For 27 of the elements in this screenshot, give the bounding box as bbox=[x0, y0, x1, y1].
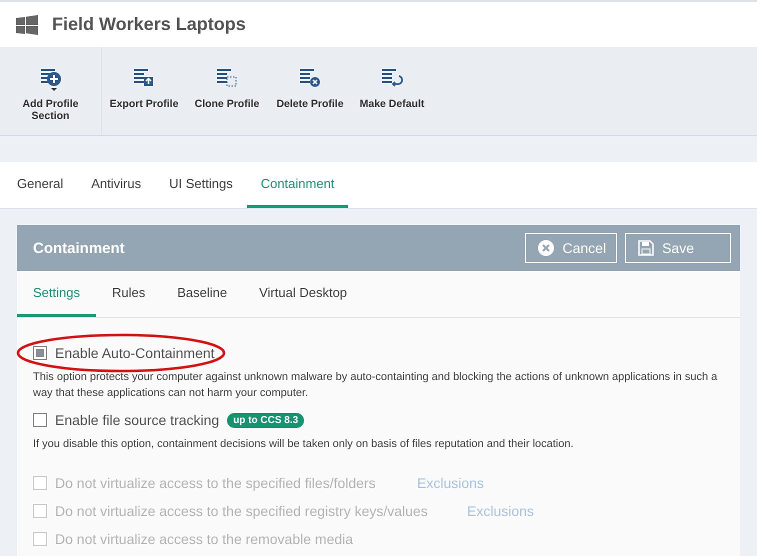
tab[interactable]: General bbox=[3, 162, 78, 208]
option-label: Enable file source tracking bbox=[55, 412, 220, 428]
window-title: Field Workers Laptops bbox=[52, 14, 246, 36]
tab[interactable]: Containment bbox=[246, 162, 348, 208]
checkbox[interactable] bbox=[33, 346, 47, 360]
toolbar-button[interactable]: Clone Profile bbox=[186, 47, 268, 110]
version-badge: up to CCS 8.3 bbox=[227, 412, 304, 428]
toolbar-button[interactable]: Export Profile bbox=[102, 47, 186, 110]
tab[interactable]: Antivirus bbox=[77, 162, 156, 208]
panel-title: Containment bbox=[33, 240, 126, 256]
checkbox[interactable] bbox=[33, 413, 47, 427]
option-description: This option protects your computer against unknown malware by auto-containting and blocking the actions of unknown applications in such a way that these applications can not harm your computer. bbox=[33, 370, 718, 401]
toolbar-button[interactable]: Delete Profile bbox=[268, 47, 352, 110]
option-description: If you disable this option, containment decisions will be taken only on basis of files reputation and their location. bbox=[33, 437, 575, 452]
option-label: Enable Auto-Containment bbox=[55, 345, 215, 361]
option-label: Do not virtualize access to the specified registry keys/values bbox=[55, 503, 429, 519]
close-icon bbox=[538, 240, 554, 256]
option-label: Do not virtualize access to the removable media bbox=[55, 531, 354, 547]
windows-logo-icon bbox=[16, 14, 38, 35]
tab[interactable]: Virtual Desktop bbox=[243, 271, 364, 317]
option-label: Do not virtualize access to the specified files/folders bbox=[55, 475, 377, 491]
tab[interactable]: UI Settings bbox=[155, 162, 247, 208]
tab[interactable]: Rules bbox=[96, 271, 162, 317]
save-icon bbox=[638, 240, 654, 256]
toolbar-button[interactable]: Make Default bbox=[352, 47, 432, 110]
tab[interactable]: Baseline bbox=[161, 271, 244, 317]
toolbar-button[interactable]: Add Profile Section bbox=[0, 47, 102, 136]
